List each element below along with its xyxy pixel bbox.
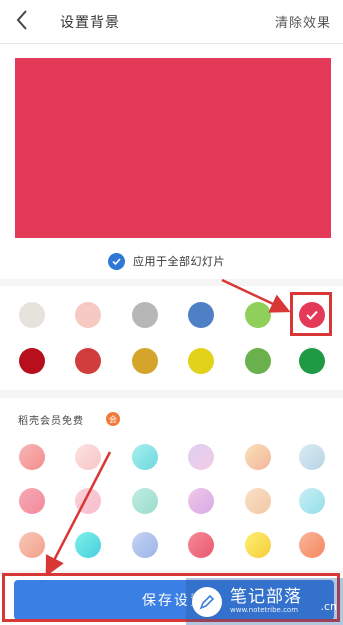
top-bar: 设置背景 清除效果 xyxy=(0,0,343,44)
watermark-suffix: .cn xyxy=(320,600,337,613)
member-badge-icon: 会 xyxy=(106,412,120,426)
pen-logo-icon xyxy=(192,586,222,617)
member-free-label: 稻壳会员免费 xyxy=(18,416,84,427)
clear-effect-button[interactable]: 清除效果 xyxy=(275,12,331,31)
page: 设置背景 清除效果 应用于全部幻灯片 稻壳会员免费 会 保存设置 笔记部落 ww… xyxy=(0,0,343,625)
gradient-swatch[interactable] xyxy=(19,444,45,470)
gradient-color-panel: 稻壳会员免费 会 xyxy=(0,398,343,570)
gradient-swatch[interactable] xyxy=(19,488,45,514)
gradient-swatch[interactable] xyxy=(245,488,271,514)
solid-color-swatch[interactable] xyxy=(132,348,158,374)
solid-color-swatch[interactable] xyxy=(75,302,101,328)
selected-swatch-highlight xyxy=(290,292,332,336)
watermark: 笔记部落 www.notetribe.com .cn xyxy=(186,578,343,625)
watermark-text: 笔记部落 www.notetribe.com xyxy=(230,588,302,615)
watermark-url: www.notetribe.com xyxy=(230,606,299,614)
watermark-name: 笔记部落 xyxy=(230,587,302,607)
solid-color-swatch[interactable] xyxy=(19,302,45,328)
back-arrow-icon[interactable] xyxy=(12,8,34,32)
gradient-swatch[interactable] xyxy=(299,532,325,558)
solid-color-swatch[interactable] xyxy=(188,302,214,328)
gradient-swatch[interactable] xyxy=(132,488,158,514)
solid-color-swatch[interactable] xyxy=(132,302,158,328)
gradient-swatch[interactable] xyxy=(188,532,214,558)
gradient-swatch[interactable] xyxy=(132,444,158,470)
gradient-swatch[interactable] xyxy=(299,444,325,470)
solid-color-swatch[interactable] xyxy=(19,348,45,374)
gradient-swatch[interactable] xyxy=(188,488,214,514)
solid-color-swatch[interactable] xyxy=(245,302,271,328)
gradient-swatch[interactable] xyxy=(245,532,271,558)
solid-color-swatch[interactable] xyxy=(75,348,101,374)
page-title: 设置背景 xyxy=(60,15,120,31)
solid-color-swatch[interactable] xyxy=(299,348,325,374)
solid-color-swatch[interactable] xyxy=(188,348,214,374)
gradient-swatch[interactable] xyxy=(19,532,45,558)
gradient-swatch[interactable] xyxy=(188,444,214,470)
gradient-swatch[interactable] xyxy=(75,488,101,514)
apply-all-checkbox[interactable]: 应用于全部幻灯片 xyxy=(108,250,225,272)
background-preview xyxy=(15,58,331,238)
solid-color-swatch[interactable] xyxy=(245,348,271,374)
gradient-swatch[interactable] xyxy=(132,532,158,558)
apply-all-label: 应用于全部幻灯片 xyxy=(133,255,225,268)
gradient-swatch[interactable] xyxy=(75,444,101,470)
preview-area: 应用于全部幻灯片 xyxy=(0,44,343,279)
gradient-swatch[interactable] xyxy=(75,532,101,558)
checked-icon xyxy=(108,252,125,270)
gradient-swatch[interactable] xyxy=(299,488,325,514)
gradient-swatch[interactable] xyxy=(245,444,271,470)
